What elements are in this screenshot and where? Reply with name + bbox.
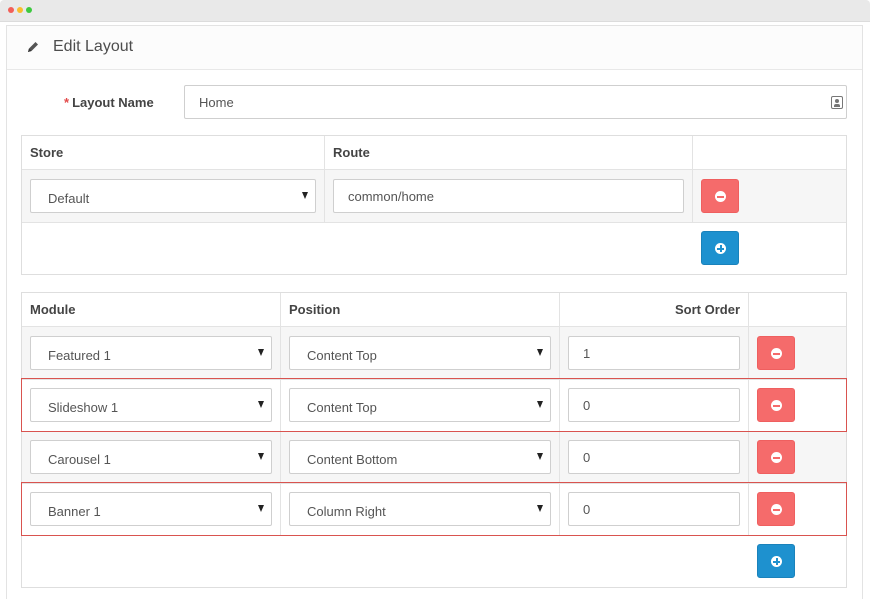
minimize-window-dot[interactable]	[17, 7, 23, 13]
window-titlebar	[0, 0, 870, 22]
sort-order-value: 1	[583, 346, 591, 361]
module-row-divider-1	[22, 379, 846, 380]
chevron-down-icon	[302, 192, 308, 199]
minus-circle-icon	[715, 191, 726, 202]
add-route-button[interactable]	[701, 231, 739, 265]
minus-circle-icon	[771, 452, 782, 463]
chevron-down-icon	[537, 453, 543, 460]
layout-name-input[interactable]: Home	[184, 85, 847, 119]
sort-order-value: 0	[583, 398, 591, 413]
sort-order-input[interactable]: 0	[568, 492, 740, 526]
sort-order-input[interactable]: 1	[568, 336, 740, 370]
route-input-value: common/home	[348, 189, 434, 204]
sort-order-input[interactable]: 0	[568, 440, 740, 474]
module-select-value: Carousel 1	[48, 452, 111, 467]
route-col-divider-2	[692, 136, 693, 222]
module-col-divider-1	[280, 293, 281, 536]
remove-module-button[interactable]	[757, 492, 795, 526]
module-select[interactable]: Banner 1	[30, 492, 272, 526]
module-row-divider-2	[22, 431, 846, 432]
pencil-icon	[28, 42, 38, 52]
panel-title: Edit Layout	[53, 38, 134, 55]
close-window-dot[interactable]	[8, 7, 14, 13]
module-col-divider-2	[559, 293, 560, 536]
chevron-down-icon	[537, 349, 543, 356]
chevron-down-icon	[258, 401, 264, 408]
position-select-value: Content Top	[307, 348, 377, 363]
chevron-down-icon	[258, 453, 264, 460]
remove-module-button[interactable]	[757, 388, 795, 422]
panel-heading: Edit Layout	[7, 26, 862, 70]
module-row-divider-3	[22, 483, 846, 484]
position-select[interactable]: Content Top	[289, 336, 551, 370]
module-header-divider	[22, 326, 846, 327]
sort-order-value: 0	[583, 502, 591, 517]
route-row-divider	[22, 222, 846, 223]
position-column-header: Position	[289, 302, 341, 317]
module-column-header: Module	[30, 302, 76, 317]
sort-order-column-header: Sort Order	[674, 302, 740, 317]
position-select-value: Column Right	[307, 504, 386, 519]
position-select[interactable]: Content Top	[289, 388, 551, 422]
chevron-down-icon	[258, 349, 264, 356]
position-select[interactable]: Content Bottom	[289, 440, 551, 474]
position-select-value: Content Bottom	[307, 452, 398, 467]
route-input[interactable]: common/home	[333, 179, 684, 213]
remove-module-button[interactable]	[757, 336, 795, 370]
sort-order-input[interactable]: 0	[568, 388, 740, 422]
module-select-value: Featured 1	[48, 348, 111, 363]
maximize-window-dot[interactable]	[26, 7, 32, 13]
required-marker: *	[64, 95, 70, 110]
store-select-value: Default	[48, 191, 90, 206]
position-select-value: Content Top	[307, 400, 377, 415]
module-select[interactable]: Slideshow 1	[30, 388, 272, 422]
minus-circle-icon	[771, 504, 782, 515]
minus-circle-icon	[771, 400, 782, 411]
contact-card-icon	[831, 96, 843, 109]
module-select-value: Banner 1	[48, 504, 101, 519]
module-select[interactable]: Carousel 1	[30, 440, 272, 474]
chevron-down-icon	[537, 401, 543, 408]
plus-circle-icon	[771, 556, 782, 567]
position-select[interactable]: Column Right	[289, 492, 551, 526]
browser-window: Edit Layout * Layout Name Home Store Rout…	[0, 0, 870, 599]
sort-order-value: 0	[583, 450, 591, 465]
route-header-divider	[22, 169, 846, 170]
add-module-button[interactable]	[757, 544, 795, 578]
layout-name-value: Home	[199, 95, 234, 110]
remove-route-button[interactable]	[701, 179, 739, 213]
layout-name-label: * Layout Name	[64, 95, 154, 110]
remove-module-button[interactable]	[757, 440, 795, 474]
route-col-divider-1	[324, 136, 325, 222]
module-col-divider-3	[748, 293, 749, 536]
store-column-header: Store	[30, 145, 64, 160]
store-select[interactable]: Default	[30, 179, 316, 213]
minus-circle-icon	[771, 348, 782, 359]
plus-circle-icon	[715, 243, 726, 254]
route-column-header: Route	[333, 145, 370, 160]
chevron-down-icon	[537, 505, 543, 512]
module-row-divider-4	[22, 535, 846, 536]
layout-name-label-text: Layout Name	[72, 95, 154, 110]
chevron-down-icon	[258, 505, 264, 512]
module-select[interactable]: Featured 1	[30, 336, 272, 370]
module-select-value: Slideshow 1	[48, 400, 119, 415]
